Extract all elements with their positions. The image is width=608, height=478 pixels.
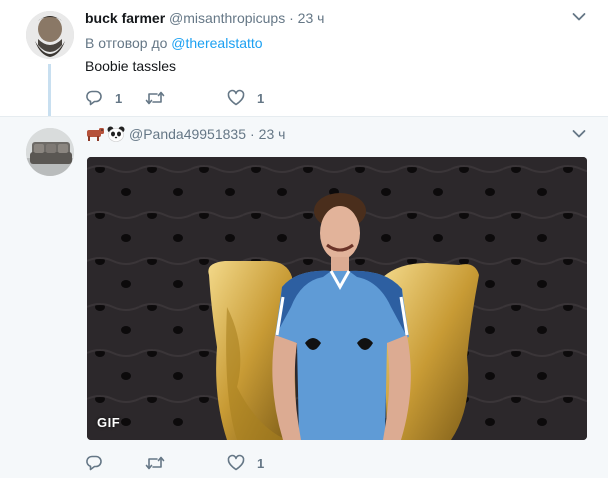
reply-context: В отговор до @therealstatto <box>85 35 263 51</box>
tweet-reply[interactable]: @Panda49951835 · 23 ч GIF 1 <box>0 116 608 478</box>
reply-button[interactable]: 1 <box>85 89 145 107</box>
timestamp[interactable]: 23 ч <box>298 10 325 26</box>
tweet-parent[interactable]: buck farmer @misanthropicups · 23 ч В от… <box>0 0 608 121</box>
user-handle[interactable]: @misanthropicups <box>169 10 285 26</box>
retweet-icon <box>145 456 165 470</box>
avatar[interactable] <box>26 128 74 176</box>
like-count: 1 <box>257 90 265 106</box>
reply-prefix: В отговор до <box>85 35 168 51</box>
retweet-button[interactable] <box>145 89 227 107</box>
gif-media[interactable]: GIF <box>87 157 587 440</box>
gif-frame <box>87 157 587 440</box>
caret-down-icon[interactable] <box>572 129 586 139</box>
separator: · <box>249 126 255 142</box>
tweet-header: @Panda49951835 · 23 ч <box>85 126 285 142</box>
reply-count: 1 <box>115 90 123 106</box>
timestamp[interactable]: 23 ч <box>259 126 286 142</box>
retweet-button[interactable] <box>145 454 227 472</box>
cow-emoji <box>87 128 104 141</box>
caret-down-icon[interactable] <box>572 12 586 22</box>
like-button[interactable]: 1 <box>227 454 264 472</box>
user-handle[interactable]: @Panda49951835 <box>129 126 246 142</box>
thread-line <box>48 64 51 121</box>
reply-icon <box>86 455 102 471</box>
like-button[interactable]: 1 <box>227 89 264 107</box>
heart-icon <box>227 89 245 106</box>
reply-icon <box>86 90 102 106</box>
gif-badge: GIF <box>97 415 121 430</box>
display-name[interactable]: buck farmer <box>85 10 165 26</box>
avatar[interactable] <box>26 11 74 59</box>
reply-button[interactable] <box>85 454 145 472</box>
tweet-actions: 1 1 <box>85 88 300 108</box>
retweet-icon <box>145 91 165 105</box>
heart-icon <box>227 454 245 471</box>
like-count: 1 <box>257 455 265 471</box>
tweet-header: buck farmer @misanthropicups · 23 ч <box>85 10 324 26</box>
separator: · <box>289 10 294 26</box>
panda-emoji <box>107 126 125 142</box>
tweet-text: Boobie tassles <box>85 58 177 74</box>
reply-mention-link[interactable]: @therealstatto <box>171 35 262 51</box>
tweet-actions: 1 <box>85 453 300 473</box>
